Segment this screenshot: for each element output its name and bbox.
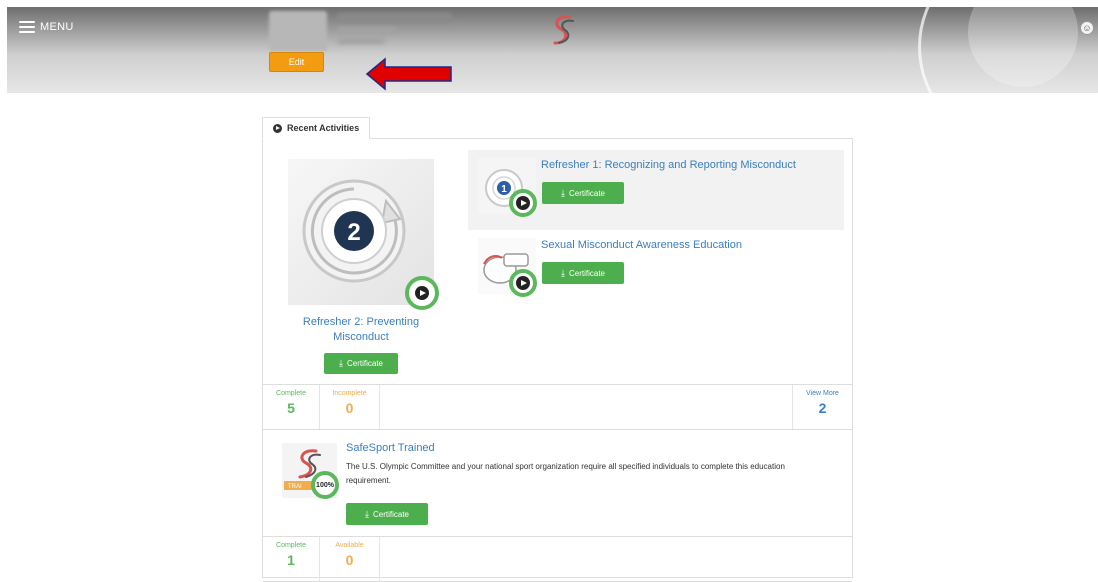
stat-label: Complete	[276, 542, 306, 549]
trained-certificate-button[interactable]: ⤓ Certificate	[346, 503, 428, 525]
smiley-icon[interactable]: ☺	[1080, 21, 1094, 35]
play-circle-icon	[273, 123, 282, 133]
course-title[interactable]: Sexual Misconduct Awareness Education	[541, 239, 742, 251]
stat-label: Complete	[276, 390, 306, 397]
certificate-label: Certificate	[568, 268, 605, 278]
download-icon: ⤓	[561, 267, 565, 278]
certificate-button[interactable]: ⤓ Certificate	[542, 182, 624, 204]
featured-certificate-button[interactable]: ⤓ Certificate	[324, 353, 398, 374]
featured-course-title[interactable]: Refresher 2: Preventing Misconduct	[288, 315, 434, 345]
play-icon	[516, 196, 530, 210]
blurred-user-name	[337, 13, 452, 21]
course-badge-number: 1	[501, 184, 507, 195]
list-item: 1 Refresher 1: Recognizing and Reporting…	[468, 150, 844, 230]
stat-label: Incomplete	[332, 390, 367, 397]
tab-label: Recent Activities	[287, 123, 360, 133]
trained-stats: Complete 1 Available 0	[263, 536, 852, 582]
stat-label: View More	[806, 390, 839, 397]
stat-value: 0	[345, 552, 354, 568]
hamburger-icon	[19, 21, 35, 33]
featured-play-button[interactable]	[405, 276, 439, 310]
download-icon: ⤓	[561, 187, 565, 198]
stat-value: 5	[287, 400, 295, 416]
certificate-button[interactable]: ⤓ Certificate	[542, 262, 624, 284]
stat-label: Available	[335, 542, 364, 549]
blurred-user-info	[337, 27, 397, 33]
list-item: Sexual Misconduct Awareness Education ⤓ …	[468, 230, 844, 310]
avatar	[269, 11, 327, 51]
header-swoosh-outline	[918, 7, 1098, 93]
stat-complete[interactable]: Complete 5	[263, 385, 320, 429]
certificate-label: Certificate	[346, 359, 383, 368]
stat-incomplete[interactable]: Incomplete 0	[320, 385, 380, 429]
red-arrow-annotation	[365, 57, 452, 91]
course-title[interactable]: Refresher 1: Recognizing and Reporting M…	[541, 159, 796, 171]
trained-title[interactable]: SafeSport Trained	[346, 442, 435, 454]
featured-badge-number: 2	[347, 219, 360, 246]
trained-description: The U.S. Olympic Committee and your nati…	[346, 462, 785, 485]
play-button[interactable]	[509, 269, 537, 297]
certificate-label: Certificate	[372, 509, 409, 519]
safesport-logo-icon	[553, 15, 574, 45]
stat-available[interactable]: Available 0	[320, 537, 380, 581]
stat-value: 2	[818, 400, 827, 416]
blurred-user-info-secondary	[337, 38, 385, 44]
play-icon	[516, 276, 530, 290]
stat-value: 0	[345, 400, 354, 416]
stat-view-more[interactable]: View More 2	[792, 385, 852, 429]
certificate-label: Certificate	[568, 188, 605, 198]
edit-button[interactable]: Edit	[269, 52, 324, 72]
activities-panel: 2 Refresher 2: Preventing Misconduct ⤓ C…	[262, 138, 853, 582]
download-icon: ⤓	[365, 508, 369, 519]
play-button[interactable]	[509, 189, 537, 217]
activity-stats: Complete 5 Incomplete 0 View More 2	[263, 384, 852, 430]
menu-label: MENU	[40, 21, 74, 33]
stat-value: 1	[287, 552, 295, 568]
safesport-trained-section: TRAI 100% SafeSport Trained The U.S. Oly…	[263, 431, 852, 536]
trained-badge-text: TRAI	[288, 484, 302, 490]
menu-button[interactable]: MENU	[19, 21, 74, 33]
play-icon	[415, 286, 429, 300]
top-header: MENU Edit ☺	[7, 7, 1098, 93]
progress-badge: 100%	[311, 471, 339, 499]
tab-recent-activities[interactable]: Recent Activities	[262, 117, 371, 139]
download-icon: ⤓	[339, 358, 343, 368]
stat-complete[interactable]: Complete 1	[263, 537, 320, 581]
